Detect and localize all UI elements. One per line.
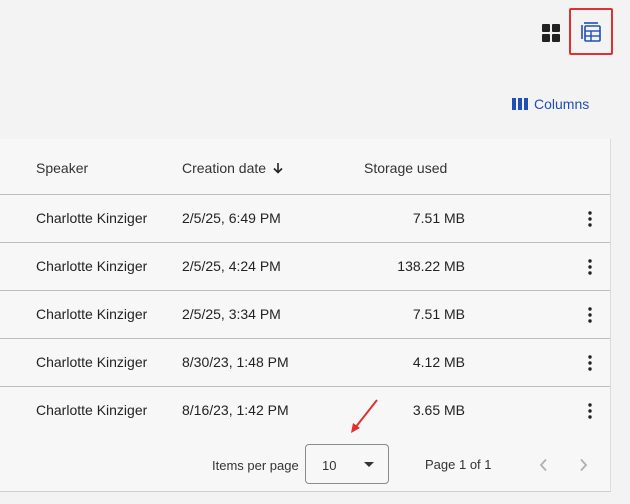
storage-used-cell: 138.22 MB bbox=[397, 258, 465, 274]
chevron-left-icon bbox=[539, 458, 547, 472]
column-header-speaker[interactable]: Speaker bbox=[36, 160, 88, 176]
creation-date-cell: 2/5/25, 3:34 PM bbox=[182, 306, 281, 322]
more-vertical-icon bbox=[588, 403, 592, 419]
pagination-bar: Items per page 10 Page 1 of 1 bbox=[0, 444, 611, 486]
speaker-cell: Charlotte Kinziger bbox=[36, 402, 148, 418]
speaker-cell: Charlotte Kinziger bbox=[36, 306, 148, 322]
recordings-table: Speaker Creation date Storage used Charl… bbox=[0, 139, 611, 492]
table-row[interactable]: Charlotte Kinziger 2/5/25, 4:24 PM 138.2… bbox=[0, 243, 610, 291]
page-indicator: Page 1 of 1 bbox=[425, 457, 492, 472]
sort-descending-icon bbox=[273, 163, 283, 174]
creation-date-cell: 8/30/23, 1:48 PM bbox=[182, 354, 289, 370]
storage-used-cell: 4.12 MB bbox=[412, 354, 465, 370]
speaker-cell: Charlotte Kinziger bbox=[36, 258, 148, 274]
row-more-button[interactable] bbox=[578, 255, 602, 279]
row-more-button[interactable] bbox=[578, 399, 602, 423]
row-more-button[interactable] bbox=[578, 207, 602, 231]
creation-date-cell: 2/5/25, 4:24 PM bbox=[182, 258, 281, 274]
table-row[interactable]: Charlotte Kinziger 2/5/25, 6:49 PM 7.51 … bbox=[0, 195, 610, 243]
creation-date-cell: 8/16/23, 1:42 PM bbox=[182, 402, 289, 418]
column-header-creation-date-label: Creation date bbox=[182, 160, 267, 176]
chevron-right-icon bbox=[580, 458, 588, 472]
more-vertical-icon bbox=[588, 355, 592, 371]
page: Columns Speaker Creation date Storage us… bbox=[0, 0, 630, 504]
items-per-page-select[interactable]: 10 bbox=[305, 444, 389, 484]
row-more-button[interactable] bbox=[578, 303, 602, 327]
column-header-speaker-label: Speaker bbox=[36, 160, 89, 176]
column-header-storage-used[interactable]: Storage used bbox=[364, 160, 447, 176]
table-row[interactable]: Charlotte Kinziger 2/5/25, 3:34 PM 7.51 … bbox=[0, 291, 610, 339]
caret-down-icon bbox=[364, 462, 374, 467]
more-vertical-icon bbox=[588, 259, 592, 275]
grid-view-toggle[interactable] bbox=[538, 20, 564, 46]
columns-button[interactable]: Columns bbox=[512, 92, 589, 116]
columns-button-label: Columns bbox=[534, 96, 590, 112]
column-header-creation-date[interactable]: Creation date bbox=[182, 160, 284, 176]
items-per-page-value: 10 bbox=[322, 458, 337, 473]
columns-icon bbox=[512, 98, 528, 110]
table-row[interactable]: Charlotte Kinziger 8/16/23, 1:42 PM 3.65… bbox=[0, 387, 610, 435]
speaker-cell: Charlotte Kinziger bbox=[36, 354, 148, 370]
table-row[interactable]: Charlotte Kinziger 8/30/23, 1:48 PM 4.12… bbox=[0, 339, 610, 387]
storage-used-cell: 3.65 MB bbox=[412, 402, 465, 418]
table-header-row: Speaker Creation date Storage used bbox=[0, 139, 610, 195]
next-page-button[interactable] bbox=[571, 453, 595, 477]
speaker-cell: Charlotte Kinziger bbox=[36, 210, 148, 226]
column-header-storage-used-label: Storage used bbox=[364, 160, 448, 176]
storage-used-cell: 7.51 MB bbox=[412, 210, 465, 226]
grid-view-icon bbox=[542, 24, 560, 42]
more-vertical-icon bbox=[588, 307, 592, 323]
table-view-icon bbox=[581, 21, 601, 42]
storage-used-cell: 7.51 MB bbox=[412, 306, 465, 322]
row-more-button[interactable] bbox=[578, 351, 602, 375]
table-view-toggle[interactable] bbox=[569, 8, 613, 55]
previous-page-button[interactable] bbox=[532, 453, 556, 477]
more-vertical-icon bbox=[588, 211, 592, 227]
creation-date-cell: 2/5/25, 6:49 PM bbox=[182, 210, 281, 226]
items-per-page-label: Items per page bbox=[212, 458, 299, 473]
